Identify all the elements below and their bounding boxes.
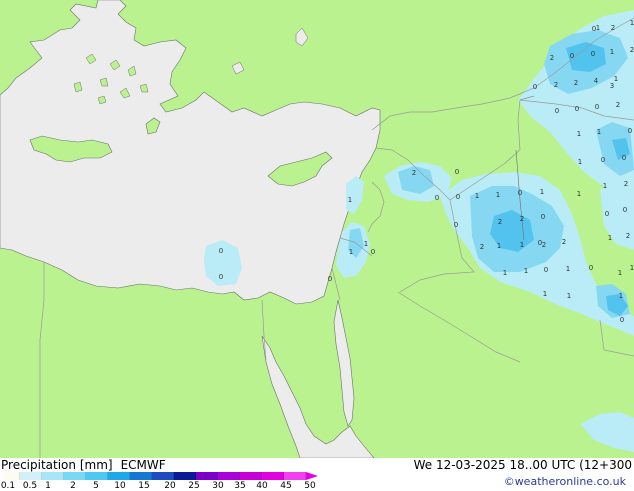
precip-value-label: 1 bbox=[497, 242, 501, 250]
precip-value-label: 3 bbox=[610, 82, 614, 90]
map-title: Precipitation [mm] ECMWF bbox=[1, 458, 166, 472]
precip-value-label: 2 bbox=[574, 79, 578, 87]
precip-value-label: 1 bbox=[520, 241, 524, 249]
precip-value-label: 1 bbox=[503, 269, 507, 277]
precip-value-label: 0 bbox=[555, 107, 559, 115]
precip-value-label: 0 bbox=[541, 213, 545, 221]
map-footer: Precipitation [mm] ECMWF We 12-03-2025 18… bbox=[0, 458, 634, 491]
precip-colorbar bbox=[4, 472, 318, 480]
precip-value-label: 1 bbox=[630, 264, 634, 272]
precip-value-label: 1 bbox=[524, 267, 528, 275]
precip-value-label: 1 bbox=[610, 48, 614, 56]
colorbar-swatch bbox=[152, 472, 174, 480]
precip-value-label: 0 bbox=[454, 221, 458, 229]
colorbar-swatch bbox=[262, 472, 284, 480]
precip-value-label: 0 bbox=[622, 154, 626, 162]
precip-value-label: 2 bbox=[498, 218, 502, 226]
precip-value-label: 1 bbox=[603, 182, 607, 190]
precip-value-label: 1 bbox=[614, 75, 618, 83]
precip-value-label: 2 bbox=[624, 180, 628, 188]
precip-value-label: 1 bbox=[567, 292, 571, 300]
precip-value-label: 2 bbox=[626, 232, 630, 240]
precip-value-label: 0 bbox=[455, 168, 459, 176]
colorbar-swatch bbox=[4, 472, 20, 480]
colorbar-swatch bbox=[240, 472, 262, 480]
product-label: Precipitation [mm] bbox=[1, 458, 113, 472]
precip-value-label: 0 bbox=[456, 193, 460, 201]
colorbar-swatch bbox=[108, 472, 130, 480]
precip-value-label: 0 bbox=[575, 105, 579, 113]
precip-value-label: 1 bbox=[618, 269, 622, 277]
precip-value-label: 0 bbox=[328, 275, 332, 283]
precip-value-label: 1 bbox=[608, 234, 612, 242]
precip-value-label: 0 bbox=[371, 248, 375, 256]
precip-value-label: 1 bbox=[348, 196, 352, 204]
precip-value-label: 1 bbox=[619, 292, 623, 300]
precip-value-label: 2 bbox=[542, 241, 546, 249]
precip-value-label: 1 bbox=[577, 130, 581, 138]
precip-value-label: 0 bbox=[219, 273, 223, 281]
precip-value-label: 1 bbox=[475, 192, 479, 200]
precip-value-label: 2 bbox=[550, 54, 554, 62]
colorbar-arrow bbox=[306, 472, 318, 480]
colorbar-swatch bbox=[174, 472, 196, 480]
precip-value-label: 1 bbox=[496, 191, 500, 199]
precip-value-label: 2 bbox=[480, 243, 484, 251]
precip-value-label: 0 bbox=[544, 266, 548, 274]
precip-value-label: 2 bbox=[630, 46, 634, 54]
colorbar-swatch bbox=[20, 472, 42, 480]
precip-value-label: 0 bbox=[628, 127, 632, 135]
colorbar-swatch bbox=[42, 472, 64, 480]
precip-value-label: 2 bbox=[554, 81, 558, 89]
precip-value-label: 1 bbox=[543, 290, 547, 298]
precip-value-label: 1 bbox=[578, 158, 582, 166]
valid-time: We 12-03-2025 18..00 UTC (12+300 bbox=[413, 458, 632, 472]
precip-value-label: 0 bbox=[605, 210, 609, 218]
colorbar-swatch bbox=[64, 472, 86, 480]
precip-value-label: 1 bbox=[596, 24, 600, 32]
precip-value-label: 0 bbox=[589, 264, 593, 272]
precip-value-label: 4 bbox=[594, 77, 599, 85]
precip-value-label: 0 bbox=[570, 52, 574, 60]
colorbar-swatch bbox=[86, 472, 108, 480]
precipitation-map: 0001110200011010220112221101010220012224… bbox=[0, 0, 634, 458]
colorbar-swatch bbox=[130, 472, 152, 480]
precip-value-label: 2 bbox=[611, 24, 615, 32]
precip-value-label: 0 bbox=[591, 50, 595, 58]
colorbar-swatch bbox=[284, 472, 306, 480]
precip-value-label: 0 bbox=[518, 189, 522, 197]
precip-value-label: 0 bbox=[601, 156, 605, 164]
precip-value-label: 0 bbox=[533, 83, 537, 91]
precip-value-label: 2 bbox=[616, 101, 620, 109]
credit-link[interactable]: ©weatheronline.co.uk bbox=[504, 475, 626, 488]
colorbar-swatch bbox=[218, 472, 240, 480]
map-canvas: 00 011102 00 0 1 1 0 10 2 2 01 1 2 221 1 0 1 010 22 0 0 1 22 2 4… bbox=[0, 0, 634, 458]
precip-value-label: 1 bbox=[364, 240, 368, 248]
precip-value-label: 2 bbox=[520, 215, 524, 223]
precip-value-label: 0 bbox=[623, 206, 627, 214]
precip-value-label: 0 bbox=[595, 103, 599, 111]
precip-value-label: 1 bbox=[566, 265, 570, 273]
precip-value-label: 2 bbox=[562, 238, 566, 246]
model-label: ECMWF bbox=[120, 458, 166, 472]
precip-value-label: 1 bbox=[349, 248, 353, 256]
precip-value-label: 1 bbox=[597, 128, 601, 136]
precip-value-label: 0 bbox=[435, 194, 439, 202]
precip-value-label: 0 bbox=[219, 247, 223, 255]
precip-value-label: 1 bbox=[630, 19, 634, 27]
precip-value-label: 0 bbox=[620, 316, 624, 324]
colorbar-swatch bbox=[196, 472, 218, 480]
precip-value-label: 0 bbox=[538, 239, 542, 247]
precip-value-label: 1 bbox=[540, 188, 544, 196]
precip-value-label: 2 bbox=[412, 169, 416, 177]
precip-value-label: 1 bbox=[577, 190, 581, 198]
